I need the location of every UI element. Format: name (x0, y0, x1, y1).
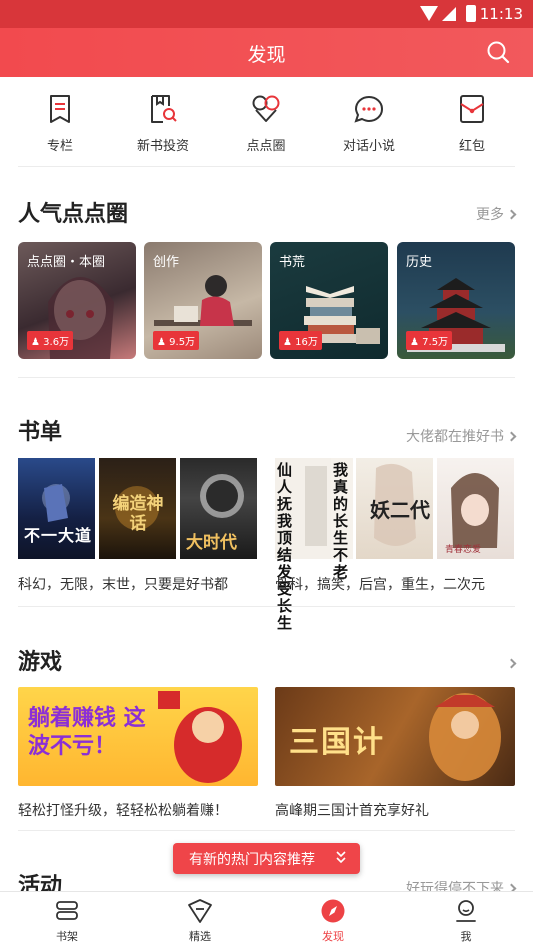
quick-nav-chat-novel[interactable]: 对话小说 (319, 93, 419, 163)
more-label: 大佬都在推好书 (406, 429, 504, 445)
book-cover: 大时代 (180, 458, 257, 559)
featured-icon (188, 899, 212, 923)
battery-icon (466, 5, 476, 22)
circle-card[interactable]: 创作 ♟ 9.5万 (144, 242, 262, 359)
banner-text: 三国计 (289, 725, 385, 760)
quick-nav: 专栏 新书投资 点点圈 对话小说 红包 (0, 77, 533, 165)
cover-title: 我真的长生不老 (333, 461, 349, 581)
card-title: 创作 (153, 255, 180, 270)
chevron-double-down-icon (336, 851, 346, 864)
search-icon[interactable] (486, 40, 510, 64)
chevron-right-icon (506, 658, 517, 669)
member-count-badge: ♟ 7.5万 (406, 331, 453, 350)
quick-nav-label: 点点圈 (246, 139, 286, 154)
game-banner[interactable]: 躺着赚钱 这波不亏！ (18, 687, 258, 786)
quick-nav-label: 新书投资 (136, 139, 189, 154)
tab-featured[interactable]: 精选 (160, 898, 240, 944)
more-link-games[interactable] (504, 656, 517, 672)
card-title: 书荒 (279, 255, 306, 270)
quick-nav-circle[interactable]: 点点圈 (216, 93, 316, 163)
divider (18, 166, 515, 167)
more-link-booklist[interactable]: 大佬都在推好书 (406, 426, 517, 446)
tab-label: 精选 (189, 930, 211, 943)
game-caption: 高峰期三国计首充享好礼 (275, 803, 429, 819)
card-title: 点点圈・本圈 (27, 255, 106, 270)
book-cover: 我真的长生不老 (331, 458, 353, 581)
column-icon (50, 95, 70, 123)
quick-nav-label: 对话小说 (342, 139, 395, 154)
more-link-popular-circles[interactable]: 更多 (476, 204, 517, 224)
profile-icon (456, 900, 476, 922)
quick-nav-column[interactable]: 专栏 (10, 93, 110, 163)
bottom-tab-bar: 书架 精选 发现 我 (0, 891, 533, 947)
member-count-badge: ♟ 3.6万 (27, 331, 74, 350)
wifi-icon (420, 6, 438, 21)
circle-card[interactable]: 书荒 ♟ 16万 (270, 242, 388, 359)
circle-icon (252, 95, 280, 122)
book-cover: 妖二代 (356, 458, 433, 559)
tab-label: 我 (460, 930, 472, 943)
section-title-booklist: 书单 (18, 419, 63, 445)
divider (18, 377, 515, 378)
tab-label: 发现 (322, 930, 344, 943)
member-count-badge: ♟ 16万 (279, 331, 322, 350)
chevron-right-icon (506, 431, 517, 442)
bookshelf-icon (56, 901, 78, 920)
cover-art (305, 466, 327, 546)
booklist-caption: 骨科，搞笑，后宫，重生，二次元 (275, 577, 485, 593)
game-banner[interactable]: 三国计 (275, 687, 515, 786)
cover-title: 不一大道 (24, 526, 93, 545)
app-header: 发现 (0, 28, 533, 77)
more-label: 更多 (476, 207, 504, 223)
book-cover: 青春恋爱 (437, 458, 514, 559)
cover-title: 编造神话 (112, 494, 164, 534)
divider (18, 606, 515, 607)
member-count: 3.6万 (43, 337, 70, 348)
circle-card[interactable]: 历史 ♟ 7.5万 (397, 242, 515, 359)
cover-title: 大时代 (186, 533, 237, 553)
discover-icon (321, 899, 345, 923)
chat-novel-icon (354, 95, 384, 123)
cover-title: 青春恋爱 (445, 545, 482, 555)
signal-icon (442, 7, 456, 21)
section-title-popular-circles: 人气点点圈 (18, 201, 129, 227)
member-count: 7.5万 (422, 337, 449, 348)
quick-nav-red-packet[interactable]: 红包 (422, 93, 522, 163)
member-count: 16万 (295, 337, 318, 348)
quick-nav-label: 红包 (458, 139, 485, 154)
page-title: 发现 (247, 44, 286, 66)
tab-bookshelf[interactable]: 书架 (27, 898, 107, 944)
toast-text: 有新的热门内容推荐 (189, 852, 315, 868)
book-cover: 编造神话 (99, 458, 176, 559)
member-count-badge: ♟ 9.5万 (153, 331, 200, 350)
banner-text: 躺着赚钱 这波不亏！ (28, 706, 146, 759)
tab-label: 书架 (56, 930, 78, 943)
game-caption: 轻松打怪升级，轻轻松松躺着赚！ (18, 803, 228, 819)
status-time: 11:13 (479, 5, 523, 23)
new-content-toast[interactable]: 有新的热门内容推荐 (173, 843, 360, 874)
quick-nav-new-book-invest[interactable]: 新书投资 (113, 93, 213, 163)
book-cover: 不一大道 (18, 458, 95, 559)
tab-discover[interactable]: 发现 (293, 898, 373, 944)
circle-card[interactable]: 点点圈・本圈 ♟ 3.6万 (18, 242, 136, 359)
member-count: 9.5万 (169, 337, 196, 348)
divider (18, 830, 515, 831)
chevron-right-icon (506, 209, 517, 220)
tab-profile[interactable]: 我 (426, 898, 506, 944)
quick-nav-label: 专栏 (46, 139, 73, 154)
cover-title: 妖二代 (370, 498, 430, 522)
section-title-games: 游戏 (18, 649, 63, 675)
status-bar: 11:13 (0, 0, 533, 28)
booklist-caption: 科幻，无限，末世，只要是好书都 (18, 577, 228, 593)
new-book-invest-icon (151, 95, 177, 123)
red-packet-icon (460, 95, 484, 123)
card-title: 历史 (406, 255, 433, 270)
